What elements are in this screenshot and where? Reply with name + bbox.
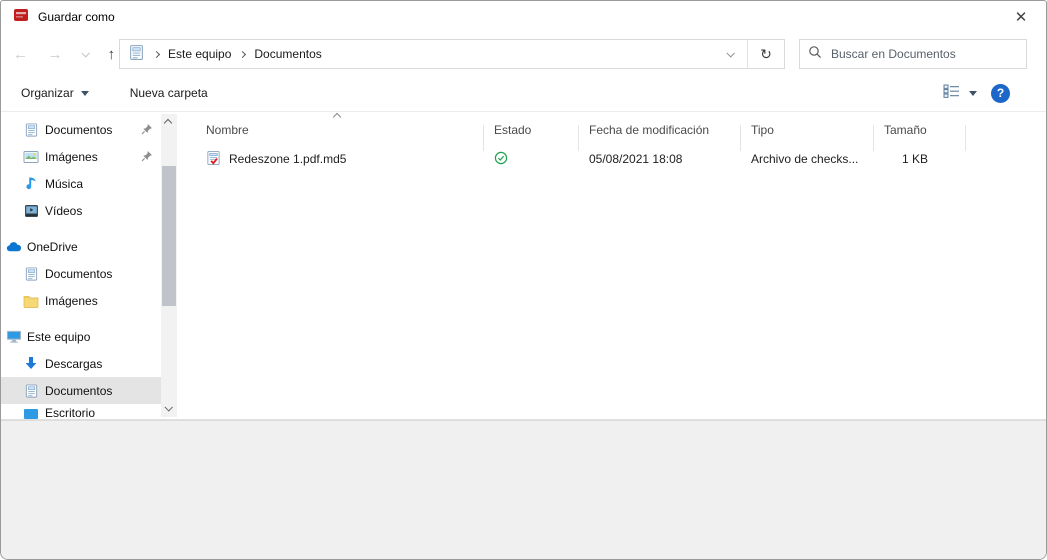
scrollbar-thumb[interactable] <box>162 166 176 306</box>
music-icon <box>23 176 39 192</box>
toolbar-right: ? <box>943 83 1032 104</box>
sidebar-item-label: Música <box>45 176 84 191</box>
scroll-down-icon[interactable] <box>164 403 173 412</box>
pin-icon <box>141 123 153 138</box>
refresh-button[interactable]: ↻ <box>748 40 784 68</box>
help-button[interactable]: ? <box>991 83 1010 103</box>
file-modified-cell: 05/08/2021 18:08 <box>589 152 683 166</box>
sidebar-item-label: Escritorio <box>45 406 96 420</box>
sidebar-item-label: Documentos <box>45 122 113 137</box>
scroll-up-icon[interactable] <box>163 118 173 128</box>
close-button[interactable]: ✕ <box>1006 5 1036 29</box>
sidebar-item-label: Documentos <box>45 266 113 281</box>
back-icon[interactable]: ← <box>13 47 28 62</box>
column-header-name[interactable]: Nombre <box>196 123 484 151</box>
document-icon <box>23 122 39 138</box>
sidebar-item-label: OneDrive <box>27 239 78 254</box>
pdf-app-icon <box>13 7 29 28</box>
sidebar-item-label: Vídeos <box>45 203 83 218</box>
new-folder-label: Nueva carpeta <box>129 86 208 100</box>
sidebar-scrollbar[interactable] <box>161 114 177 417</box>
location-document-icon <box>128 44 145 64</box>
folder-icon <box>23 293 39 309</box>
pin-icon <box>141 150 153 165</box>
view-caret-icon <box>969 90 977 96</box>
sort-ascending-icon <box>332 112 342 122</box>
synced-check-icon <box>494 151 508 168</box>
search-box[interactable] <box>799 39 1027 69</box>
sidebar-item-label: Este equipo <box>27 329 91 344</box>
organize-caret-icon <box>80 90 89 96</box>
address-dropdown-button[interactable] <box>713 40 747 68</box>
file-name-cell: Redeszone 1.pdf.md5 <box>196 150 484 169</box>
sidebar-item-label: Descargas <box>45 356 103 371</box>
file-list: Nombre Estado Fecha de modificación Tipo… <box>196 112 1046 419</box>
column-header-modified[interactable]: Fecha de modificación <box>579 123 741 151</box>
breadcrumb-documents[interactable]: Documentos <box>254 47 321 61</box>
window-title: Guardar como <box>38 10 115 24</box>
save-as-dialog: Guardar como ✕ ← → ↑ Este equipo Documen… <box>0 0 1047 560</box>
file-name: Redeszone 1.pdf.md5 <box>229 152 347 166</box>
forward-icon[interactable]: → <box>48 47 63 62</box>
sidebar-item-label: Documentos <box>45 383 113 398</box>
file-row[interactable]: Redeszone 1.pdf.md5 05/08/2021 18:08 Arc… <box>196 144 1046 174</box>
command-toolbar: Organizar Nueva carpeta ? <box>1 75 1046 112</box>
breadcrumb-this-pc[interactable]: Este equipo <box>168 47 231 61</box>
document-icon <box>23 266 39 282</box>
column-header-status[interactable]: Estado <box>484 123 579 151</box>
computer-icon <box>6 329 22 345</box>
address-bar[interactable]: Este equipo Documentos ↻ <box>119 39 785 69</box>
sidebar-item-label: Imágenes <box>45 149 98 164</box>
up-icon[interactable]: ↑ <box>108 47 116 62</box>
navigation-sidebar: Documentos Imágenes Música Vídeos OneDri… <box>1 112 196 421</box>
new-folder-button[interactable]: Nueva carpeta <box>130 86 208 100</box>
column-header-type[interactable]: Tipo <box>741 123 874 151</box>
title-bar: Guardar como ✕ <box>1 1 1046 33</box>
sidebar-item-label: Imágenes <box>45 293 98 308</box>
file-status-cell <box>484 151 579 168</box>
change-view-button[interactable] <box>943 83 977 104</box>
onedrive-cloud-icon <box>6 239 22 255</box>
md5-file-icon <box>206 150 221 169</box>
organize-label: Organizar <box>21 86 74 100</box>
navigation-bar: ← → ↑ Este equipo Documentos ↻ <box>1 33 1046 75</box>
list-view-icon <box>943 83 961 104</box>
search-input[interactable] <box>831 47 1018 61</box>
breadcrumb-separator-icon <box>239 50 247 58</box>
breadcrumb: Este equipo Documentos <box>120 44 713 64</box>
file-type-cell: Archivo de checks... <box>751 152 859 166</box>
history-chevron-icon[interactable] <box>81 49 90 58</box>
download-arrow-icon <box>23 356 39 372</box>
column-header-size[interactable]: Tamaño <box>874 123 966 151</box>
save-form-panel: Nombre: Tipo: MD5 (*.md5) CRC-32 (*.sfv)… <box>1 420 1046 559</box>
breadcrumb-separator-icon <box>152 50 161 58</box>
dialog-body: Documentos Imágenes Música Vídeos OneDri… <box>1 112 1046 420</box>
search-icon <box>808 45 822 64</box>
sidebar-item-documents-thispc[interactable]: Documentos <box>1 377 161 404</box>
document-icon <box>23 383 39 399</box>
organize-button[interactable]: Organizar <box>21 86 89 100</box>
picture-icon <box>23 149 39 165</box>
video-icon <box>23 203 39 219</box>
file-size-cell: 1 KB <box>901 152 928 166</box>
nav-arrows: ← → ↑ <box>1 47 119 62</box>
file-list-header: Nombre Estado Fecha de modificación Tipo… <box>196 112 1046 151</box>
desktop-icon <box>23 406 39 421</box>
